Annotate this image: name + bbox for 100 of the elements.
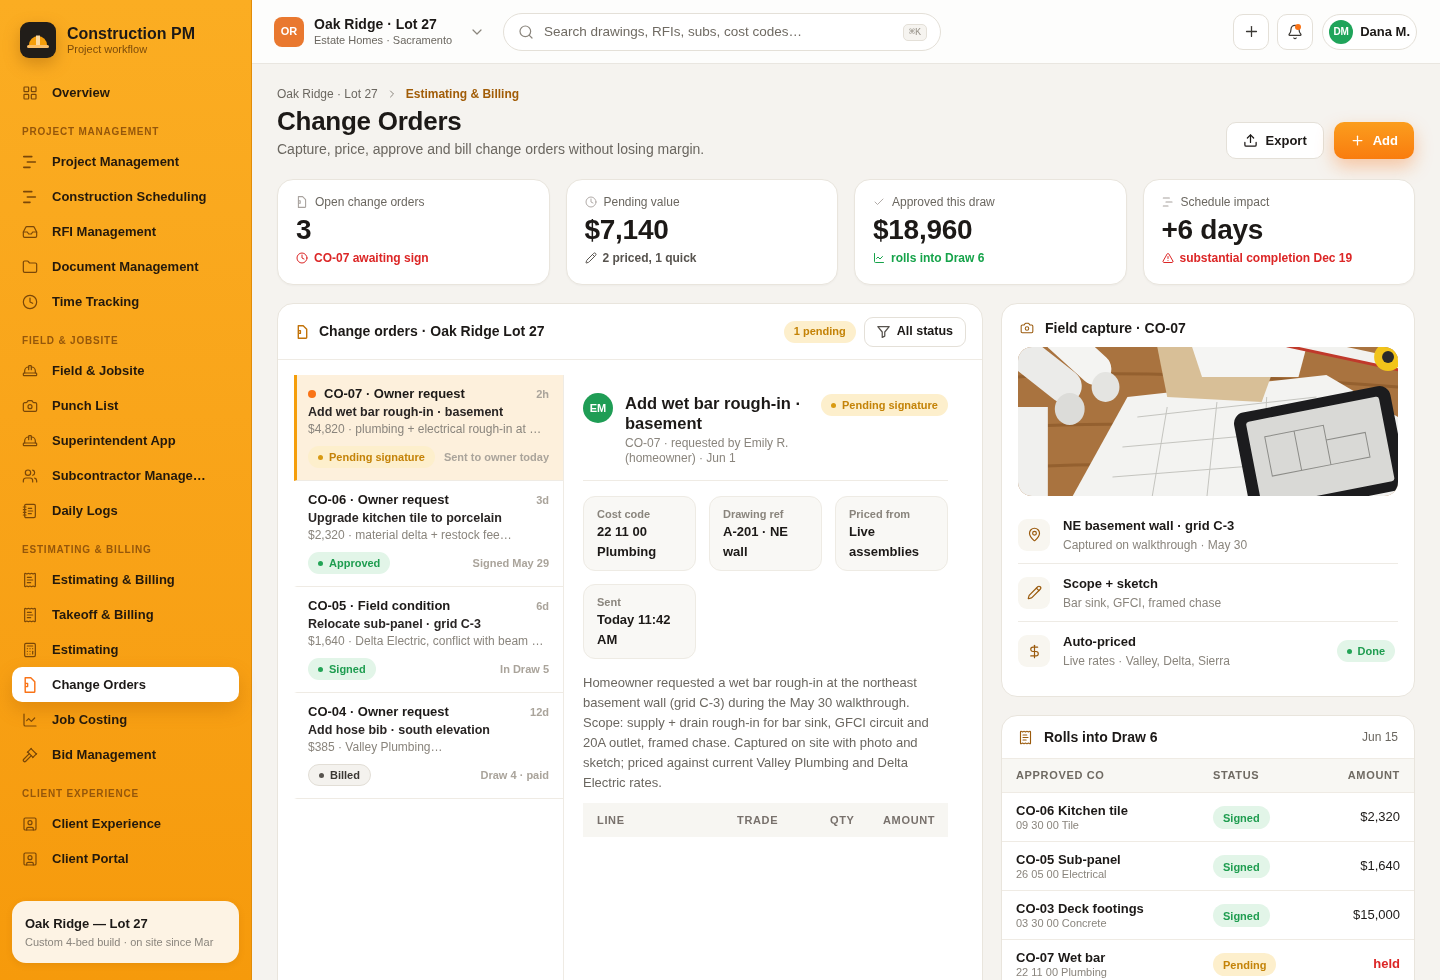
kpi-value: $7,140 [584,213,670,247]
status-filter-button[interactable]: All status [863,316,966,347]
kpi-label: Pending value [603,195,680,209]
nav-item[interactable]: Subcontractor Manage… [12,458,239,493]
step-subtitle: Bar sink, GFCI, framed chase [1063,594,1223,611]
cost-code: 22 11 00 Plumbing [1016,965,1108,979]
field-value: Live assemblies [849,523,921,561]
kpi-note: CO-07 awaiting sign [314,250,429,266]
clock-icon [296,252,308,264]
kpi-value: $18,960 [873,213,974,247]
nav-item[interactable]: RFI Management [12,214,239,249]
status-label: Signed [1223,810,1260,826]
draw-date: Jun 15 [1361,729,1398,746]
kpi-value: +6 days [1161,213,1265,247]
nav-item[interactable]: Project Management [12,144,239,179]
calculator-icon [22,641,38,658]
nav-item[interactable]: Bid Management [12,737,239,772]
item-age: 6d [536,599,549,614]
detail-description: Homeowner requested a wet bar rough-in at the northeast basement wall (grid C-3) during the May 30 walkthrough. Scope: supply + drain rough-in for bar sink, GFCI circuit and 20A outlet, framed chase. Captured on site with photo and sketch; priced against current Valley Plumbing and Delta Electric rates. [583,674,930,792]
field-label: Priced from [849,507,912,521]
export-button[interactable]: Export [1225,122,1324,159]
line-chart-icon [22,711,38,728]
map-pin-tile-icon [1018,518,1050,551]
item-age: 3d [536,493,549,508]
field-value: A-201 · NE wall [723,523,790,561]
status-label: Pending [1223,957,1267,973]
status-label: Approved [329,555,381,571]
filter-icon [876,325,890,338]
inbox-icon [22,223,38,240]
breadcrumb-link[interactable]: Estimating & Billing [405,86,520,102]
column-header: AMOUNT [883,812,936,828]
pencil-icon [584,252,597,264]
amount-value: $15,000 [1353,906,1400,925]
notifications-button[interactable] [1277,13,1314,50]
field-label: Sent [597,595,622,609]
item-summary: Upgrade kitchen tile to porcelain [308,510,503,527]
kpi-label: Schedule impact [1180,195,1270,209]
requester-avatar: EM [583,393,613,423]
dollar-tile-icon [1018,635,1050,667]
detail-title: Add wet bar rough-in · basement [625,393,802,433]
grid-icon [22,84,38,101]
nav-item[interactable]: Overview [12,75,239,110]
nav-item[interactable]: Punch List [12,388,239,423]
gavel-icon [22,746,38,763]
nav-item[interactable]: Client Experience [12,806,239,841]
card-title: Rolls into Draw 6 [1044,727,1158,747]
item-summary: Add hose bib · south elevation [308,722,491,739]
nav-item[interactable]: Takeoff & Billing [12,597,239,632]
breadcrumb-link[interactable]: Oak Ridge · Lot 27 [277,86,378,102]
pending-count-badge: 1 pending [783,320,856,343]
section-heading: CLIENT EXPERIENCE [21,787,140,801]
card-title: Change orders · Oak Ridge Lot 27 [319,322,545,341]
status-label: Signed [1223,908,1260,924]
pencil-tile-icon [1018,576,1050,609]
project-card-subtitle: Custom 4-bed build · on site since Mar [25,935,215,950]
receipt-icon [1018,729,1033,745]
item-note: In Draw 5 [500,661,549,677]
change-order-name: CO-07 Wet bar [1016,949,1107,966]
project-switcher[interactable]: OR Oak Ridge · Lot 27 Estate Homes · Sacramento [274,16,485,47]
nav-item[interactable]: Client Portal [12,841,239,876]
nav-item[interactable]: Document Management [12,249,239,284]
nav-item[interactable]: Construction Scheduling [12,179,239,214]
line-chart-icon [873,252,885,264]
nav-item[interactable]: Estimating & Billing [12,562,239,597]
nav-item[interactable]: Time Tracking [12,284,239,319]
item-title: CO-06 · Owner request [308,491,449,509]
nav-item[interactable]: Change Orders [12,667,239,702]
nav-item[interactable]: Field & Jobsite [12,353,239,388]
nav-item[interactable]: Estimating [12,632,239,667]
user-menu[interactable]: DM Dana M. [1322,13,1417,50]
column-header: LINE [597,812,626,828]
change-order-name: CO-03 Deck footings [1016,900,1145,917]
item-detail: $2,320 · material delta + restock fee… [308,527,513,544]
change-order-item[interactable]: CO-07 · Owner request 2h Add wet bar rough-in · basement $4,820 · plumbing + electrical rough-in at … Pending signature Sent to owner today [294,375,563,481]
hard-hat-logo-icon [20,22,56,58]
nav-item[interactable]: Job Costing [12,702,239,737]
nav-item[interactable]: Daily Logs [12,493,239,528]
field-label: Drawing ref [723,507,785,521]
notebook-icon [22,502,38,519]
item-summary: Add wet bar rough-in · basement [308,404,505,421]
project-card-title: Oak Ridge — Lot 27 [25,915,149,932]
receipt-icon [22,606,38,623]
plus-icon [1349,133,1365,148]
step-title: Scope + sketch [1063,574,1160,593]
amount-value: $2,320 [1360,808,1400,827]
section-heading: ESTIMATING & BILLING [21,543,153,557]
folder-icon [22,258,38,275]
hard-hat-icon [22,432,38,449]
step-subtitle: Captured on walkthrough · May 30 [1063,536,1249,553]
item-detail: $4,820 · plumbing + electrical rough-in at … [308,421,543,438]
status-label: Pending signature [842,397,938,413]
kpi-note: 2 priced, 1 quick [602,250,697,266]
camera-icon [22,397,38,414]
cost-code: 09 30 00 Tile [1016,818,1080,832]
user-avatar: DM [1329,19,1354,44]
nav-item[interactable]: Superintendent App [12,423,239,458]
item-title: CO-07 · Owner request [324,385,465,403]
card-title: Field capture · CO-07 [1045,318,1186,338]
item-note: Sent to owner today [443,449,549,465]
project-subtitle: Estate Homes · Sacramento [314,33,453,47]
